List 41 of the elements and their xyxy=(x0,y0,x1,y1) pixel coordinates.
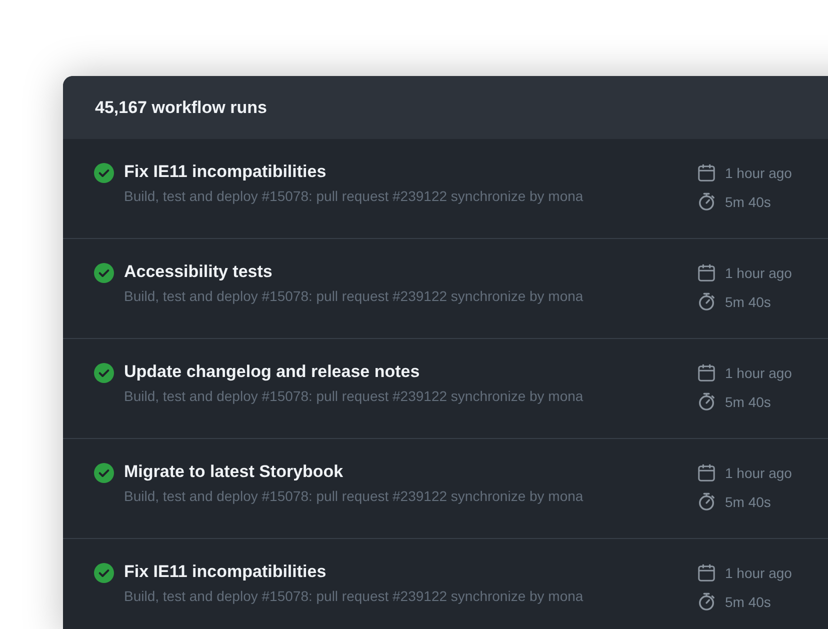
calendar-icon xyxy=(697,563,716,582)
run-count: 45,167 workflow runs xyxy=(95,98,267,118)
run-description: Build, test and deploy #15078: pull request #239122 synchronize by mona xyxy=(124,488,584,504)
workflow-run-row[interactable]: Migrate to latest Storybook Build, test and deploy #15078: pull request #239122 synchronize by mona 1 hour ago 5m 40s xyxy=(63,439,828,539)
run-duration: 5m 40s xyxy=(725,394,771,410)
check-circle-icon xyxy=(94,463,114,483)
calendar-icon xyxy=(697,363,716,382)
check-circle-icon xyxy=(94,263,114,283)
run-duration: 5m 40s xyxy=(725,294,771,310)
stopwatch-icon xyxy=(697,492,716,511)
run-title[interactable]: Accessibility tests xyxy=(124,262,584,282)
run-description: Build, test and deploy #15078: pull request #239122 synchronize by mona xyxy=(124,388,584,404)
run-title[interactable]: Update changelog and release notes xyxy=(124,362,584,382)
run-time: 1 hour ago xyxy=(725,164,792,180)
workflow-run-row[interactable]: Update changelog and release notes Build, test and deploy #15078: pull request #239122 synchronize by mona 1 hour ago 5m 40s xyxy=(63,339,828,439)
stopwatch-icon xyxy=(697,292,716,311)
check-circle-icon xyxy=(94,363,114,383)
run-time: 1 hour ago xyxy=(725,564,792,580)
run-description: Build, test and deploy #15078: pull request #239122 synchronize by mona xyxy=(124,188,584,204)
run-duration: 5m 40s xyxy=(725,194,771,210)
workflow-run-row[interactable]: Accessibility tests Build, test and deploy #15078: pull request #239122 synchronize by mona 1 hour ago 5m 40s xyxy=(63,239,828,339)
stopwatch-icon xyxy=(697,392,716,411)
run-duration: 5m 40s xyxy=(725,594,771,610)
run-title[interactable]: Fix IE11 incompatibilities xyxy=(124,562,584,582)
run-description: Build, test and deploy #15078: pull request #239122 synchronize by mona xyxy=(124,288,584,304)
workflow-run-row[interactable]: Fix IE11 incompatibilities Build, test and deploy #15078: pull request #239122 synchronize by mona 1 hour ago 5m 40s xyxy=(63,539,828,629)
run-time: 1 hour ago xyxy=(725,464,792,480)
calendar-icon xyxy=(697,463,716,482)
run-title[interactable]: Migrate to latest Storybook xyxy=(124,462,584,482)
run-time: 1 hour ago xyxy=(725,364,792,380)
workflow-run-row[interactable]: Fix IE11 incompatibilities Build, test and deploy #15078: pull request #239122 synchronize by mona 1 hour ago 5m 40s xyxy=(63,139,828,239)
calendar-icon xyxy=(697,163,716,182)
check-circle-icon xyxy=(94,163,114,183)
stopwatch-icon xyxy=(697,592,716,611)
check-circle-icon xyxy=(94,563,114,583)
run-title[interactable]: Fix IE11 incompatibilities xyxy=(124,162,584,182)
calendar-icon xyxy=(697,263,716,282)
run-duration: 5m 40s xyxy=(725,494,771,510)
stopwatch-icon xyxy=(697,192,716,211)
run-time: 1 hour ago xyxy=(725,264,792,280)
run-description: Build, test and deploy #15078: pull request #239122 synchronize by mona xyxy=(124,588,584,604)
